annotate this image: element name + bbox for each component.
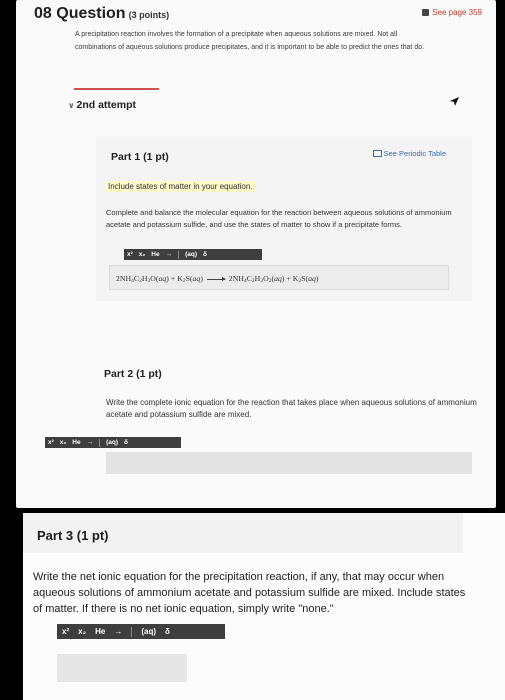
question-header: 08 Question (3 points) See page 359 <box>34 5 482 27</box>
part2-equation-toolbar: x² x₂ He → (aq) δ <box>45 437 181 448</box>
subscript-button[interactable]: x₂ <box>78 627 86 636</box>
part1-panel: Part 1 (1 pt) See Periodic Table Include… <box>96 137 472 301</box>
attempt-label: 2nd attempt <box>76 99 137 111</box>
part3-instructions: Write the net ionic equation for the pre… <box>33 571 466 615</box>
state-aq-button[interactable]: (aq) <box>141 627 156 636</box>
part2-title: Part 2 (1 pt) <box>104 368 162 380</box>
toolbar-divider <box>99 438 101 447</box>
part1-answer-field[interactable]: 2NH4C2H3O(aq) + K2S(aq) 2NH4C2H3O2(aq) +… <box>109 265 449 290</box>
part1-title: Part 1 (1 pt) <box>111 151 169 163</box>
part3-title: Part 3 (1 pt) <box>37 528 109 543</box>
periodic-table-icon <box>372 150 382 157</box>
delta-button[interactable]: δ <box>124 437 128 448</box>
superscript-button[interactable]: x² <box>62 627 69 636</box>
toolbar-divider <box>131 626 133 637</box>
see-page-link[interactable]: See page 359 <box>422 8 482 17</box>
attempt-toggle[interactable]: ∨ 2nd attempt <box>68 99 136 111</box>
toolbar-divider <box>178 250 180 259</box>
part1-instructions: Complete and balance the molecular equat… <box>106 208 452 229</box>
question-title: 08 Question <box>34 5 126 22</box>
part3-equation-toolbar: x² x₂ He → (aq) δ <box>57 624 225 639</box>
element-button[interactable]: He <box>151 249 159 260</box>
cursor-arrow-icon <box>450 97 459 106</box>
part2-answer-field[interactable] <box>106 452 472 474</box>
book-icon <box>422 9 430 16</box>
part1-equation-toolbar: x² x₂ He → (aq) δ <box>124 249 262 260</box>
superscript-button[interactable]: x² <box>48 437 54 448</box>
subscript-button[interactable]: x₂ <box>139 249 146 260</box>
reaction-arrow-icon <box>206 276 226 281</box>
subscript-button[interactable]: x₂ <box>60 437 67 448</box>
question-intro: A precipitation reaction involves the fo… <box>75 31 425 51</box>
question-panel: 08 Question (3 points) See page 359 A pre… <box>16 0 496 508</box>
part3-panel: Part 3 (1 pt) Write the net ionic equati… <box>23 513 505 700</box>
state-aq-button[interactable]: (aq) <box>185 249 197 260</box>
arrow-button[interactable]: → <box>166 249 173 260</box>
arrow-button[interactable]: → <box>87 437 94 448</box>
periodic-table-link[interactable]: See Periodic Table <box>372 149 446 158</box>
states-of-matter-note: Include states of matter in your equatio… <box>106 181 255 192</box>
delta-button[interactable]: δ <box>165 627 170 636</box>
delta-button[interactable]: δ <box>203 249 207 260</box>
superscript-button[interactable]: x² <box>127 249 133 260</box>
state-aq-button[interactable]: (aq) <box>106 437 118 448</box>
element-button[interactable]: He <box>72 437 80 448</box>
part3-answer-field[interactable] <box>57 654 187 682</box>
element-button[interactable]: He <box>95 627 105 636</box>
part2-instructions: Write the complete ionic equation for th… <box>106 398 477 419</box>
chevron-down-icon: ∨ <box>68 101 75 110</box>
arrow-button[interactable]: → <box>114 627 122 636</box>
attempt-divider <box>74 88 159 90</box>
periodic-table-label: See Periodic Table <box>383 149 446 158</box>
see-page-label: See page 359 <box>432 8 482 17</box>
question-points: (3 points) <box>128 10 170 20</box>
